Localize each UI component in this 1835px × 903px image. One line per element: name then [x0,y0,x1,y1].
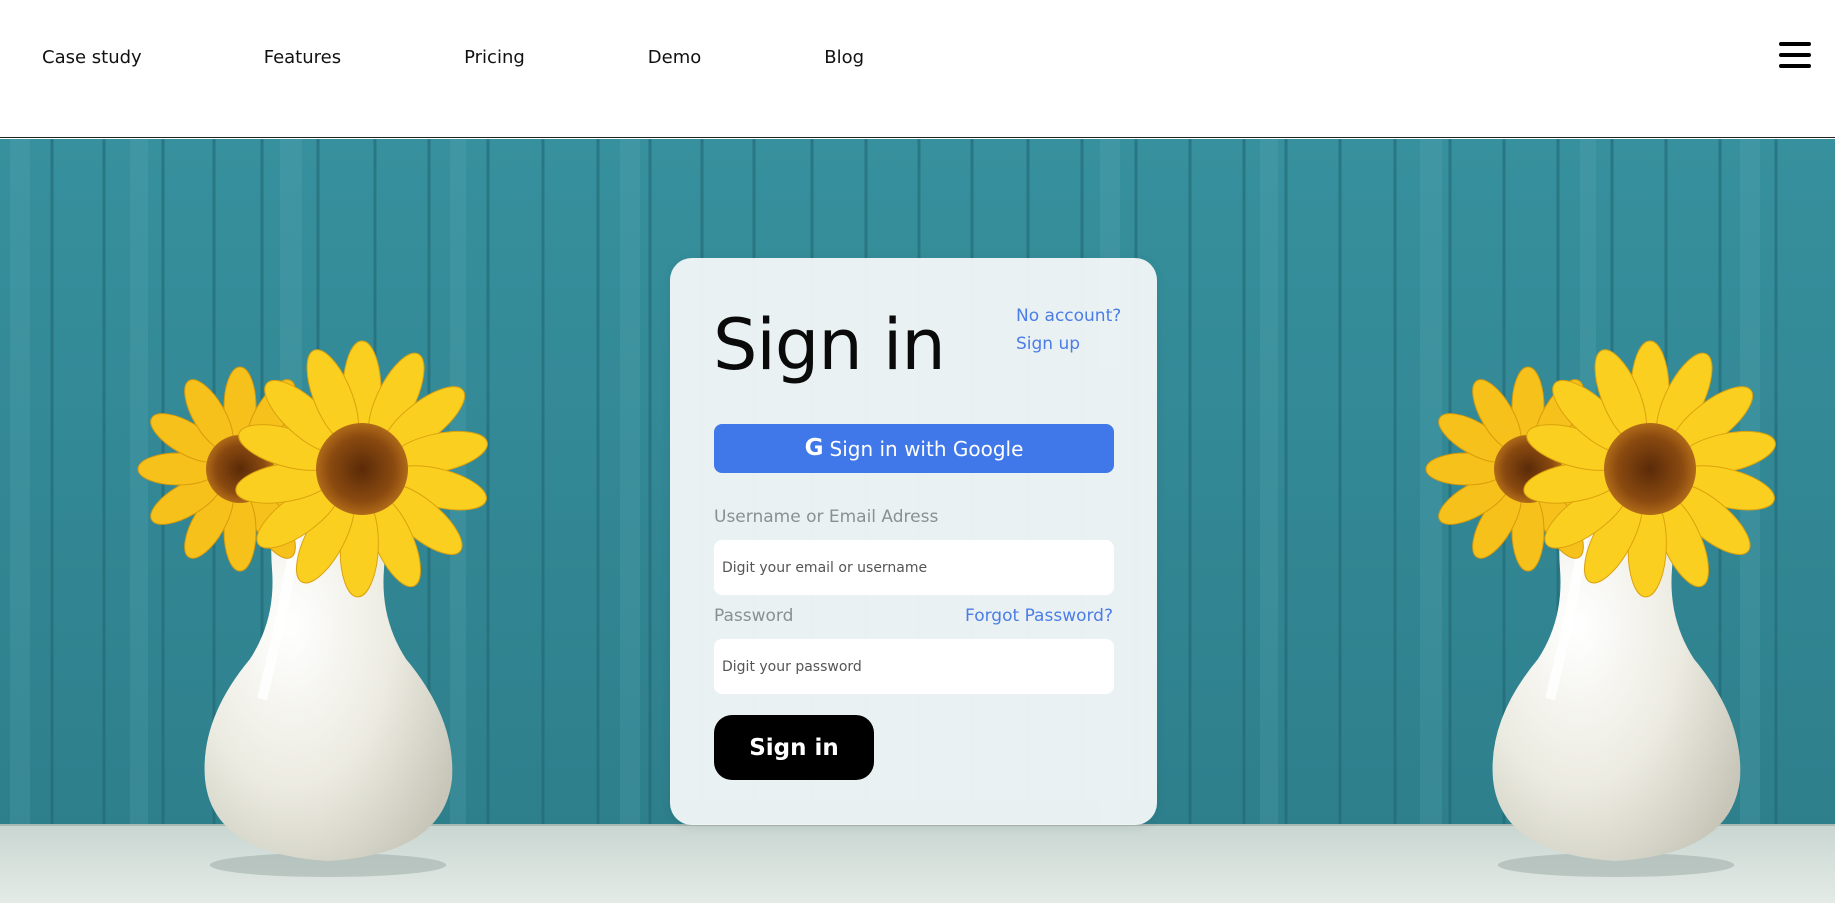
nav-link-case-study[interactable]: Case study [42,47,142,68]
nav-link-features[interactable]: Features [264,47,341,68]
google-icon: G [804,435,824,461]
password-label: Password [714,606,794,626]
signup-link[interactable]: Sign up [1016,330,1121,358]
google-signin-label: Sign in with Google [829,436,1024,461]
nav-link-pricing[interactable]: Pricing [464,47,525,68]
signin-submit-button[interactable]: Sign in [714,715,874,780]
top-navigation-bar: Case study Features Pricing Demo Blog [0,0,1835,138]
nav-link-demo[interactable]: Demo [648,47,701,68]
google-signin-button[interactable]: G Sign in with Google [714,424,1114,473]
main-nav: Case study Features Pricing Demo Blog [42,47,864,68]
forgot-password-link[interactable]: Forgot Password? [965,606,1113,626]
username-label: Username or Email Adress [714,507,939,527]
hamburger-menu-icon[interactable] [1779,42,1811,70]
nav-link-blog[interactable]: Blog [824,47,864,68]
username-input[interactable] [714,540,1114,595]
no-account-text: No account? [1016,306,1122,326]
signin-title: Sign in [713,304,946,386]
password-input[interactable] [714,639,1114,694]
no-account-prompt: No account? Sign up [1016,302,1121,358]
signin-card: Sign in No account? Sign up G Sign in wi… [670,258,1157,825]
